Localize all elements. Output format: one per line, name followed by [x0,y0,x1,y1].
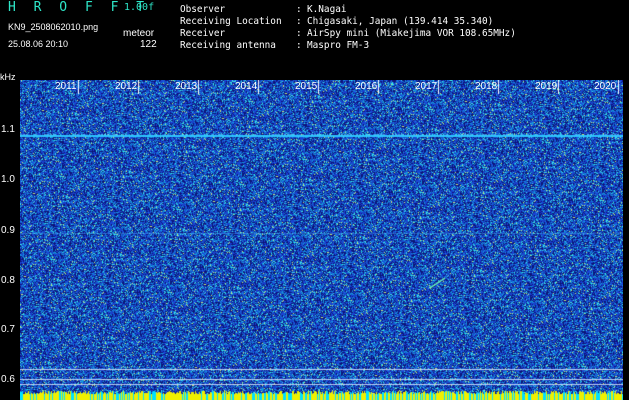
info-value-antenna: Maspro FM-3 [307,40,370,51]
info-label-antenna: Receiving antenna [180,40,276,51]
x-tick-label: 2011 [55,81,77,92]
y-tick-label: 1.1 [1,124,15,135]
x-tick-label: 2015 [295,81,318,92]
x-tick-label: 2014 [235,81,258,92]
file-name: KN9_2508062010.png [8,22,99,32]
info-value-observer: K.Nagai [307,4,347,15]
x-tick-label: 2013 [175,81,198,92]
info-label-observer: Observer [180,4,226,15]
y-tick-label: 0.8 [1,275,15,286]
app-version: 1.00f [124,2,155,13]
date-time: 25.08.06 20:10 [8,39,69,49]
x-tick-label: 2019 [535,81,558,92]
x-tick-label: 2012 [115,81,138,92]
x-tick-label: 2017 [415,81,438,92]
mode-label: meteor [123,28,155,39]
x-tick-label: 2020 [594,81,617,92]
info-separator: : [296,4,302,15]
y-tick-label: 0.7 [1,324,15,335]
y-tick-label: 1.0 [1,174,15,185]
x-tick-label: 2016 [355,81,378,92]
x-tick-label: 2018 [475,81,498,92]
frequency-unit-label: kHz [0,72,16,82]
meteor-count: 122 [140,39,157,50]
spectrogram-waterfall [20,80,623,400]
info-separator: : [296,16,302,27]
info-label-location: Receiving Location [180,16,282,27]
info-separator: : [296,28,302,39]
y-tick-label: 0.9 [1,225,15,236]
info-value-location: Chigasaki, Japan (139.414 35.340) [307,16,494,27]
info-separator: : [296,40,302,51]
y-tick-label: 0.6 [1,374,15,385]
info-label-receiver: Receiver [180,28,226,39]
info-value-receiver: AirSpy mini (Miakejima VOR 108.65MHz) [307,28,516,39]
